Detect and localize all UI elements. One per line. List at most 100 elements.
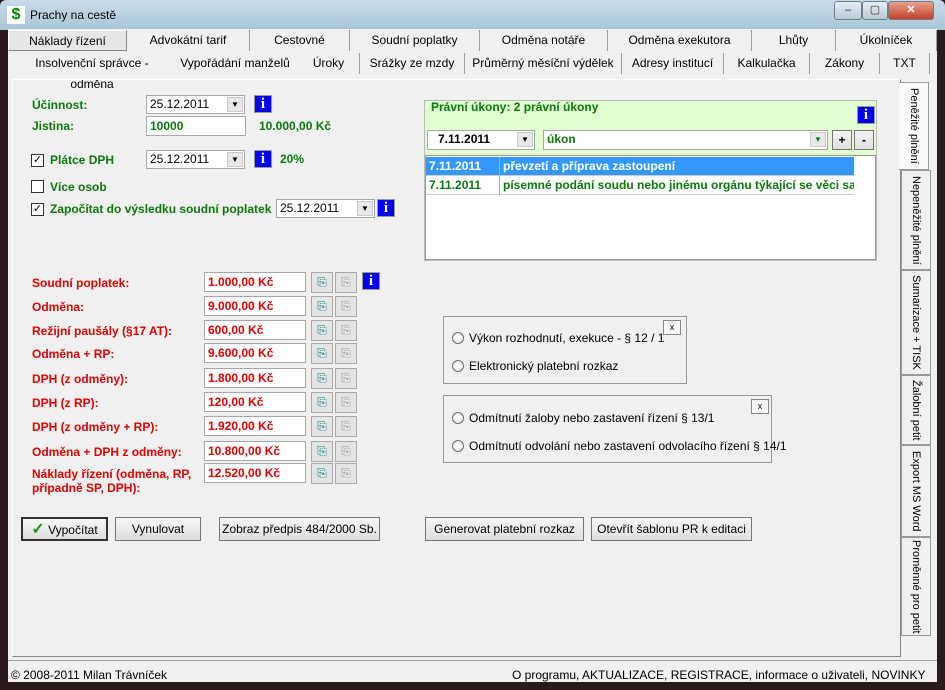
dropdown-arrow-icon[interactable]: ▼ bbox=[227, 152, 243, 167]
close-options-1-button[interactable]: x bbox=[663, 320, 681, 335]
otevrit-sablonu-button[interactable]: Otevřít šablonu PR k editaci bbox=[591, 517, 752, 541]
add-ukon-button[interactable]: + bbox=[832, 130, 852, 150]
copy-icon[interactable]: ⎘ bbox=[311, 343, 333, 364]
copyright: © 2008-2011 Milan Trávníček bbox=[11, 668, 168, 682]
info-icon[interactable]: i bbox=[362, 272, 380, 290]
about-links[interactable]: O programu, AKTUALIZACE, REGISTRACE, inf… bbox=[512, 668, 925, 682]
result-value[interactable]: 120,00 Kč bbox=[204, 392, 306, 412]
tab-6[interactable]: Lhůty bbox=[752, 30, 836, 51]
dropdown-arrow-icon[interactable]: ▼ bbox=[517, 132, 533, 147]
copy-plain-icon[interactable]: ⎘ bbox=[335, 441, 357, 462]
copy-icon[interactable]: ⎘ bbox=[311, 296, 333, 317]
tab2-7[interactable]: Zákony bbox=[810, 53, 880, 74]
ukon-row-date[interactable]: 7.11.2011 bbox=[426, 176, 500, 195]
side-tab-0[interactable]: Peněžité plnění bbox=[899, 82, 929, 170]
result-label: Náklady řízení (odměna, RP, případně SP,… bbox=[32, 467, 192, 495]
zapocitat-label: Započítat do výsledku soudní poplatek bbox=[50, 202, 272, 216]
tab2-6[interactable]: Kalkulačka bbox=[724, 53, 810, 74]
info-icon[interactable]: i bbox=[254, 150, 272, 168]
copy-plain-icon[interactable]: ⎘ bbox=[335, 320, 357, 341]
ukon-type-combo[interactable]: úkon ▼ bbox=[543, 130, 828, 150]
side-tab-1[interactable]: Nepeněžité plnění bbox=[901, 170, 931, 270]
result-value[interactable]: 9.000,00 Kč bbox=[204, 296, 306, 316]
app-dollar-icon: $ bbox=[7, 6, 25, 24]
copy-plain-icon[interactable]: ⎘ bbox=[335, 392, 357, 413]
result-label: DPH (z RP): bbox=[32, 396, 99, 410]
platce-dph-date-combo[interactable]: 25.12.2011 ▼ bbox=[146, 150, 245, 169]
ukon-row-text[interactable]: převzetí a příprava zastoupení bbox=[500, 157, 854, 176]
minimize-button[interactable]: – bbox=[834, 1, 862, 20]
copy-plain-icon[interactable]: ⎘ bbox=[335, 368, 357, 389]
result-value[interactable]: 1.000,00 Kč bbox=[204, 272, 306, 292]
side-tab-2[interactable]: Sumarizace + TISK bbox=[901, 270, 931, 375]
radio-label[interactable]: Výkon rozhodnutí, exekuce - § 12 / 1 bbox=[469, 331, 664, 345]
close-options-2-button[interactable]: x bbox=[751, 399, 769, 414]
radio-button[interactable] bbox=[452, 440, 464, 452]
maximize-button[interactable]: ▢ bbox=[862, 1, 888, 20]
ukon-row-text[interactable]: písemné podání soudu nebo jinému orgánu … bbox=[500, 176, 854, 195]
remove-ukon-button[interactable]: - bbox=[854, 130, 874, 150]
copy-icon[interactable]: ⎘ bbox=[311, 320, 333, 341]
info-icon[interactable]: i bbox=[377, 199, 395, 217]
tab-3[interactable]: Soudní poplatky bbox=[350, 30, 480, 51]
tab-7[interactable]: Úkolníček bbox=[836, 30, 937, 51]
ukon-row-date[interactable]: 7.11.2011 bbox=[426, 157, 500, 176]
copy-plain-icon[interactable]: ⎘ bbox=[335, 343, 357, 364]
radio-button[interactable] bbox=[452, 332, 464, 344]
radio-button[interactable] bbox=[452, 360, 464, 372]
result-value[interactable]: 1.920,00 Kč bbox=[204, 416, 306, 436]
tab2-5[interactable]: Adresy institucí bbox=[622, 53, 724, 74]
copy-icon[interactable]: ⎘ bbox=[311, 441, 333, 462]
vice-osob-checkbox[interactable] bbox=[31, 180, 44, 193]
copy-icon[interactable]: ⎘ bbox=[311, 463, 333, 484]
jistina-input[interactable]: 10000 bbox=[146, 116, 246, 136]
side-tab-4[interactable]: Export MS Word bbox=[901, 445, 931, 537]
dropdown-arrow-icon[interactable]: ▼ bbox=[227, 97, 243, 112]
tab2-8[interactable]: TXT bbox=[880, 53, 930, 74]
ukon-date-combo[interactable]: 7.11.2011 ▼ bbox=[427, 130, 535, 150]
copy-icon[interactable]: ⎘ bbox=[311, 272, 333, 293]
tab2-2[interactable]: Úroky bbox=[298, 53, 360, 74]
tab2-0[interactable]: Insolvenční správce - odměna bbox=[12, 53, 172, 91]
vypocitat-button[interactable]: ✓ Vypočítat bbox=[21, 517, 108, 541]
zapocitat-checkbox[interactable]: ✓ bbox=[31, 203, 44, 216]
copy-icon[interactable]: ⎘ bbox=[311, 416, 333, 437]
copy-plain-icon[interactable]: ⎘ bbox=[335, 296, 357, 317]
radio-button[interactable] bbox=[452, 412, 464, 424]
result-value[interactable]: 600,00 Kč bbox=[204, 320, 306, 340]
copy-plain-icon[interactable]: ⎘ bbox=[335, 272, 357, 293]
result-value[interactable]: 1.800,00 Kč bbox=[204, 368, 306, 388]
copy-plain-icon[interactable]: ⎘ bbox=[335, 416, 357, 437]
radio-label[interactable]: Odmítnutí žaloby nebo zastavení řízení §… bbox=[469, 411, 714, 425]
generovat-platebni-rozkaz-button[interactable]: Generovat platební rozkaz bbox=[425, 517, 584, 541]
copy-plain-icon[interactable]: ⎘ bbox=[335, 463, 357, 484]
result-label: DPH (z odměny): bbox=[32, 372, 128, 386]
result-value[interactable]: 12.520,00 Kč bbox=[204, 463, 306, 483]
tab2-4[interactable]: Průměrný měsíční výdělek bbox=[465, 53, 622, 74]
info-icon[interactable]: i bbox=[254, 95, 272, 113]
dropdown-arrow-icon[interactable]: ▼ bbox=[357, 201, 373, 216]
zobraz-predpis-button[interactable]: Zobraz předpis 484/2000 Sb. bbox=[219, 517, 380, 541]
tab-5[interactable]: Odměna exekutora bbox=[608, 30, 752, 51]
tab-4[interactable]: Odměna notáře bbox=[480, 30, 608, 51]
platce-dph-checkbox[interactable]: ✓ bbox=[31, 154, 44, 167]
radio-label[interactable]: Odmítnutí odvolání nebo zastavení odvola… bbox=[469, 439, 787, 453]
result-value[interactable]: 9.600,00 Kč bbox=[204, 343, 306, 363]
copy-icon[interactable]: ⎘ bbox=[311, 368, 333, 389]
copy-icon[interactable]: ⎘ bbox=[311, 392, 333, 413]
ucinnost-date-combo[interactable]: 25.12.2011 ▼ bbox=[146, 95, 245, 114]
zapocitat-date-combo[interactable]: 25.12.2011 ▼ bbox=[276, 199, 375, 218]
tab-2[interactable]: Cestovné bbox=[250, 30, 350, 51]
radio-label[interactable]: Elektronický platební rozkaz bbox=[469, 359, 618, 373]
dropdown-arrow-icon[interactable]: ▼ bbox=[810, 132, 826, 147]
tab2-1[interactable]: Vypořádání manželů bbox=[172, 53, 298, 74]
tab2-3[interactable]: Srážky ze mzdy bbox=[360, 53, 465, 74]
tab-0[interactable]: Náklady řízení bbox=[8, 30, 127, 51]
close-button[interactable]: ✕ bbox=[888, 1, 934, 20]
vynulovat-button[interactable]: Vynulovat bbox=[115, 517, 201, 541]
info-icon[interactable]: i bbox=[857, 106, 875, 124]
result-value[interactable]: 10.800,00 Kč bbox=[204, 441, 306, 461]
side-tab-5[interactable]: Proměnné pro petit bbox=[901, 537, 931, 636]
side-tab-3[interactable]: Žalobní petit bbox=[901, 375, 931, 445]
tab-1[interactable]: Advokátní tarif bbox=[127, 30, 250, 51]
